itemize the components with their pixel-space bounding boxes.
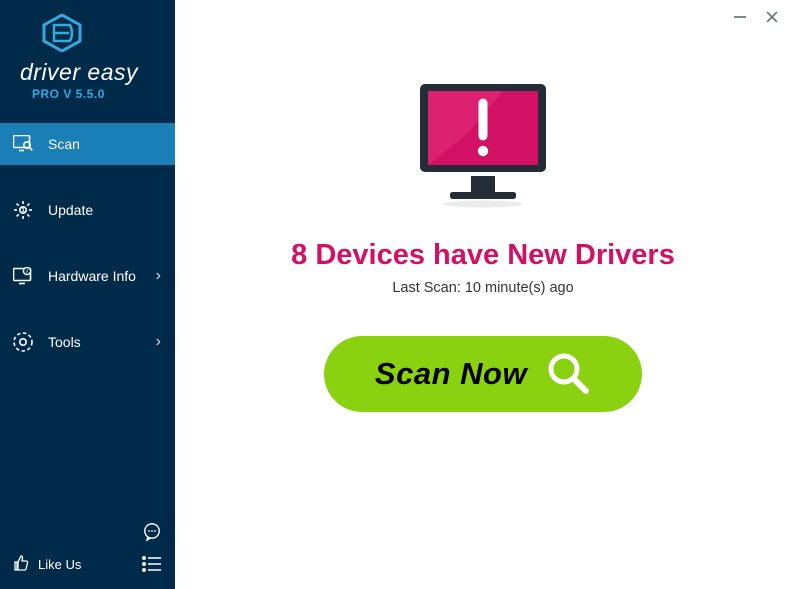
- tools-icon: [12, 331, 34, 353]
- brand-name: driver easy: [20, 59, 175, 86]
- svg-text:1: 1: [21, 207, 25, 214]
- nav-item-hardware[interactable]: i Hardware Info ›: [0, 255, 175, 297]
- scan-icon: [12, 133, 34, 155]
- brand-logo-icon: [40, 14, 175, 57]
- nav-item-update[interactable]: 1 Update: [0, 189, 175, 231]
- chevron-right-icon: ›: [156, 267, 161, 285]
- window-controls: [731, 8, 781, 26]
- last-scan-text: Last Scan: 10 minute(s) ago: [392, 280, 573, 296]
- nav-item-tools[interactable]: Tools ›: [0, 321, 175, 363]
- list-menu-icon[interactable]: [141, 553, 163, 575]
- nav-label-tools: Tools: [48, 334, 81, 350]
- chevron-right-icon: ›: [156, 333, 161, 351]
- sidebar: driver easy PRO V 5.5.0 Scan 1 Update i …: [0, 0, 175, 589]
- like-us-button[interactable]: Like Us: [12, 554, 81, 575]
- nav-label-update: Update: [48, 202, 93, 218]
- gear-icon: 1: [12, 199, 34, 221]
- brand-version: PRO V 5.5.0: [20, 87, 175, 101]
- nav-label-hardware: Hardware Info: [48, 268, 136, 284]
- minimize-button[interactable]: [731, 8, 749, 26]
- brand-block: driver easy PRO V 5.5.0: [0, 0, 175, 109]
- main-content: 8 Devices have New Drivers Last Scan: 10…: [175, 0, 791, 589]
- nav-label-scan: Scan: [48, 136, 80, 152]
- magnifier-icon: [545, 350, 591, 399]
- scan-now-label: Scan Now: [375, 356, 527, 392]
- nav: Scan 1 Update i Hardware Info › Tools ›: [0, 123, 175, 387]
- feedback-icon[interactable]: [141, 521, 163, 543]
- close-button[interactable]: [763, 8, 781, 26]
- hardware-icon: i: [12, 265, 34, 287]
- scan-now-button[interactable]: Scan Now: [324, 336, 642, 412]
- like-us-label: Like Us: [38, 557, 81, 572]
- sidebar-footer: Like Us: [0, 511, 175, 589]
- status-headline: 8 Devices have New Drivers: [291, 239, 675, 272]
- alert-monitor-icon: [408, 78, 558, 213]
- nav-item-scan[interactable]: Scan: [0, 123, 175, 165]
- thumbs-up-icon: [12, 554, 30, 575]
